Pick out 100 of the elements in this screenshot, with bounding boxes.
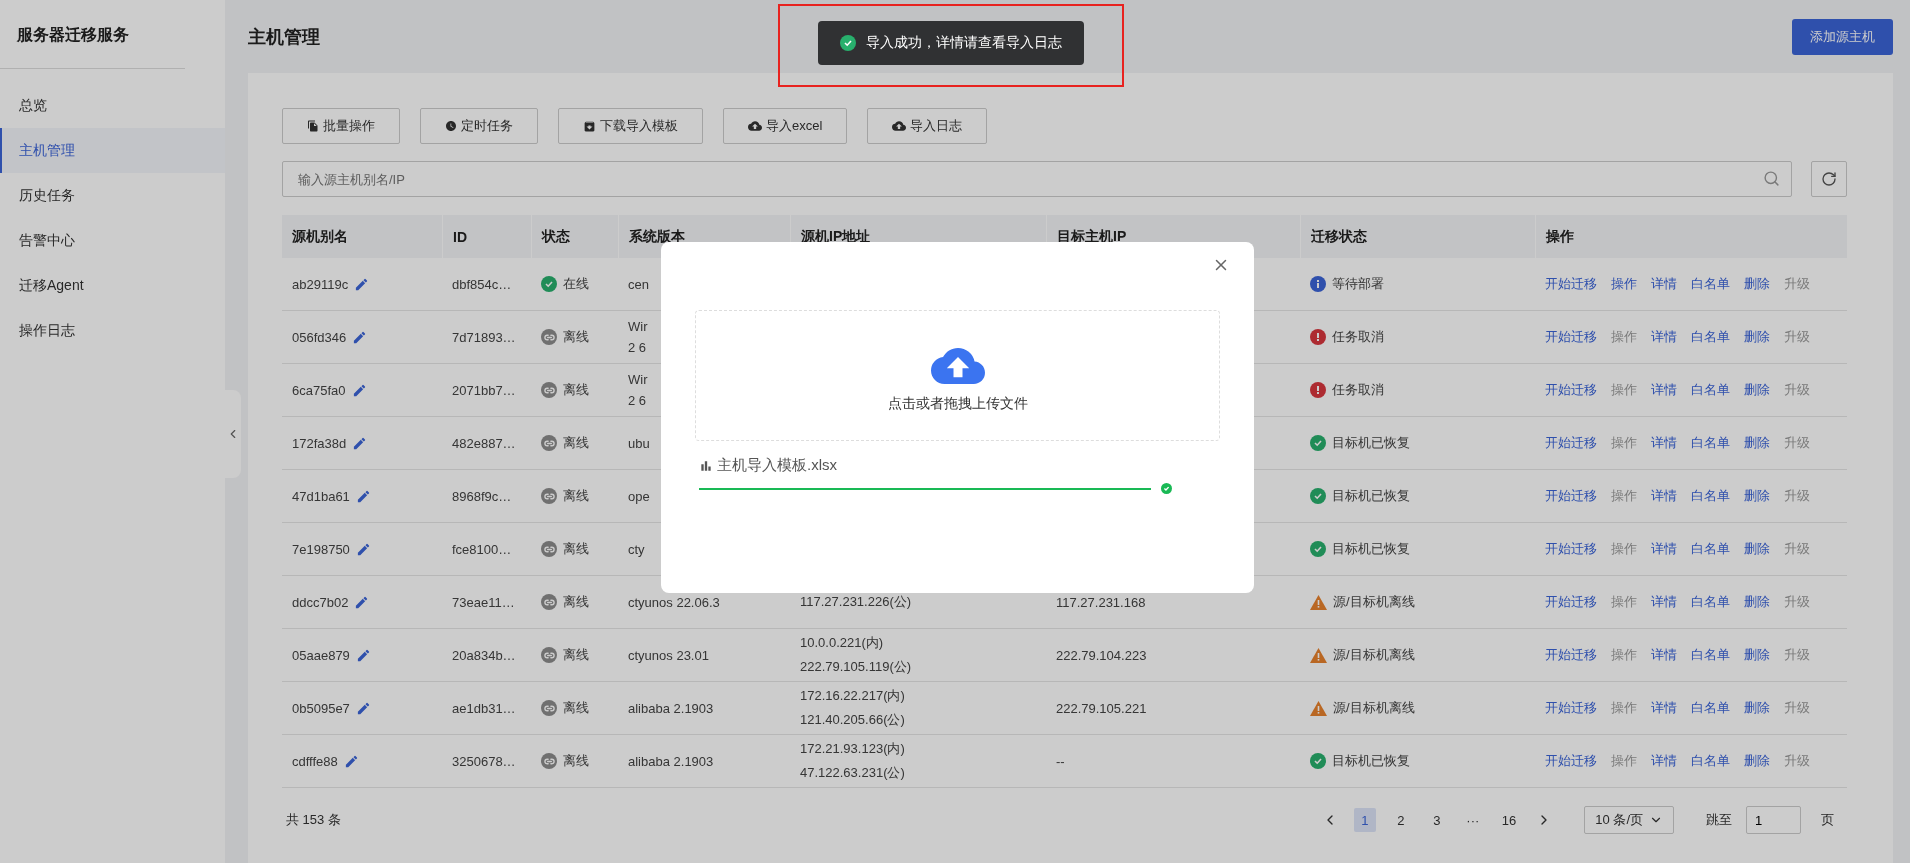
status-text: 离线: [563, 328, 589, 346]
action-link[interactable]: 删除: [1744, 752, 1770, 770]
upload-hint: 点击或者拖拽上传文件: [887, 394, 1028, 413]
toolbar-button[interactable]: 导入excel: [723, 108, 848, 144]
action-link[interactable]: 详情: [1651, 328, 1677, 346]
sidebar-item[interactable]: 操作日志: [0, 308, 225, 353]
status-text: 离线: [563, 540, 589, 558]
action-link[interactable]: 详情: [1651, 593, 1677, 611]
action-link[interactable]: 白名单: [1691, 487, 1730, 505]
action-link[interactable]: 白名单: [1691, 646, 1730, 664]
page-input[interactable]: 1: [1746, 806, 1801, 834]
action-link[interactable]: 开始迁移: [1545, 328, 1597, 346]
link-icon: [541, 329, 557, 345]
toolbar-button[interactable]: 批量操作: [282, 108, 400, 144]
status-text: 离线: [563, 699, 589, 717]
column-header: 迁移状态: [1300, 215, 1535, 258]
action-link[interactable]: 删除: [1744, 487, 1770, 505]
sidebar-item[interactable]: 总览: [0, 83, 225, 128]
add-host-button[interactable]: 添加源主机: [1792, 18, 1893, 55]
action-link[interactable]: 开始迁移: [1545, 434, 1597, 452]
edit-icon[interactable]: [355, 700, 371, 716]
edit-icon[interactable]: [352, 329, 368, 345]
sidebar-item[interactable]: 迁移Agent: [0, 263, 225, 308]
sidebar-item[interactable]: 主机管理: [0, 128, 225, 173]
page-button[interactable]: 3: [1425, 808, 1448, 832]
page-button[interactable]: 1: [1353, 808, 1376, 832]
action-link[interactable]: 详情: [1651, 752, 1677, 770]
edit-icon[interactable]: [351, 382, 367, 398]
action-link[interactable]: 开始迁移: [1545, 381, 1597, 399]
page-size-select[interactable]: 10 条/页: [1584, 806, 1674, 834]
page-button[interactable]: 2: [1389, 808, 1412, 832]
action-link[interactable]: 白名单: [1691, 540, 1730, 558]
toolbar-button[interactable]: 定时任务: [420, 108, 538, 144]
table-cell: ubu: [628, 435, 650, 451]
edit-icon[interactable]: [355, 647, 371, 663]
status-text: 离线: [563, 381, 589, 399]
toast-message: 导入成功，详情请查看导入日志: [866, 33, 1062, 52]
action-link[interactable]: 白名单: [1691, 752, 1730, 770]
action-link[interactable]: 开始迁移: [1545, 540, 1597, 558]
page-button[interactable]: 16: [1497, 808, 1521, 832]
table-cell: 121.40.205.66(公): [800, 711, 905, 729]
column-header: ID: [442, 215, 531, 258]
sidebar-item[interactable]: 告警中心: [0, 218, 225, 263]
action-link[interactable]: 开始迁移: [1545, 275, 1597, 293]
edit-icon[interactable]: [355, 541, 371, 557]
check-icon: [1310, 488, 1326, 504]
action-link[interactable]: 开始迁移: [1545, 699, 1597, 717]
action-link[interactable]: 白名单: [1691, 699, 1730, 717]
action-link[interactable]: 操作: [1611, 275, 1637, 293]
table-cell: Wir: [628, 372, 648, 387]
action-link[interactable]: 白名单: [1691, 434, 1730, 452]
action-link[interactable]: 白名单: [1691, 328, 1730, 346]
search-field[interactable]: 输入源主机别名/IP: [282, 161, 1792, 197]
action-link[interactable]: 详情: [1651, 487, 1677, 505]
action-link[interactable]: 白名单: [1691, 593, 1730, 611]
table-cell: 20a834b…: [452, 647, 516, 663]
collapse-handle[interactable]: [225, 390, 241, 478]
toolbar-button[interactable]: 导入日志: [867, 108, 988, 144]
refresh-button[interactable]: [1811, 161, 1847, 197]
link-icon: [541, 382, 557, 398]
table-cell: 482e887…: [452, 435, 516, 451]
action-link[interactable]: 开始迁移: [1545, 752, 1597, 770]
action-link[interactable]: 白名单: [1691, 275, 1730, 293]
table-cell: 222.79.105.119(公): [800, 658, 912, 676]
edit-icon[interactable]: [343, 753, 359, 769]
warning-icon: [1310, 700, 1327, 716]
table-cell: ab29119c: [292, 276, 349, 292]
migration-status: 等待部署: [1332, 275, 1384, 293]
search-icon[interactable]: [1763, 170, 1780, 187]
action-link[interactable]: 详情: [1651, 699, 1677, 717]
action-link[interactable]: 详情: [1651, 434, 1677, 452]
upload-drop-zone[interactable]: 点击或者拖拽上传文件: [695, 310, 1220, 441]
action-link[interactable]: 白名单: [1691, 381, 1730, 399]
edit-icon[interactable]: [354, 594, 370, 610]
action-link[interactable]: 开始迁移: [1545, 593, 1597, 611]
table-cell: 47.122.63.231(公): [800, 764, 905, 782]
action-link[interactable]: 开始迁移: [1545, 646, 1597, 664]
edit-icon[interactable]: [354, 276, 370, 292]
action-link[interactable]: 详情: [1651, 540, 1677, 558]
table-cell: alibaba 2.1903: [628, 700, 714, 716]
action-link[interactable]: 删除: [1744, 540, 1770, 558]
edit-icon[interactable]: [352, 435, 368, 451]
action-link[interactable]: 删除: [1744, 646, 1770, 664]
cloud-upload-icon: [892, 119, 907, 133]
page-button[interactable]: ···: [1461, 808, 1484, 832]
action-link[interactable]: 删除: [1744, 699, 1770, 717]
action-link[interactable]: 详情: [1651, 381, 1677, 399]
action-link[interactable]: 删除: [1744, 434, 1770, 452]
action-link[interactable]: 删除: [1744, 381, 1770, 399]
edit-icon[interactable]: [355, 488, 371, 504]
action-link[interactable]: 详情: [1651, 646, 1677, 664]
action-link[interactable]: 删除: [1744, 328, 1770, 346]
action-link[interactable]: 删除: [1744, 593, 1770, 611]
sidebar-item[interactable]: 历史任务: [0, 173, 225, 218]
action-link[interactable]: 开始迁移: [1545, 487, 1597, 505]
action-link[interactable]: 详情: [1651, 275, 1677, 293]
action-link[interactable]: 删除: [1744, 275, 1770, 293]
toolbar-button[interactable]: 下载导入模板: [558, 108, 703, 144]
table-cell: 3250678…: [452, 753, 516, 769]
check-icon: [1161, 483, 1172, 494]
